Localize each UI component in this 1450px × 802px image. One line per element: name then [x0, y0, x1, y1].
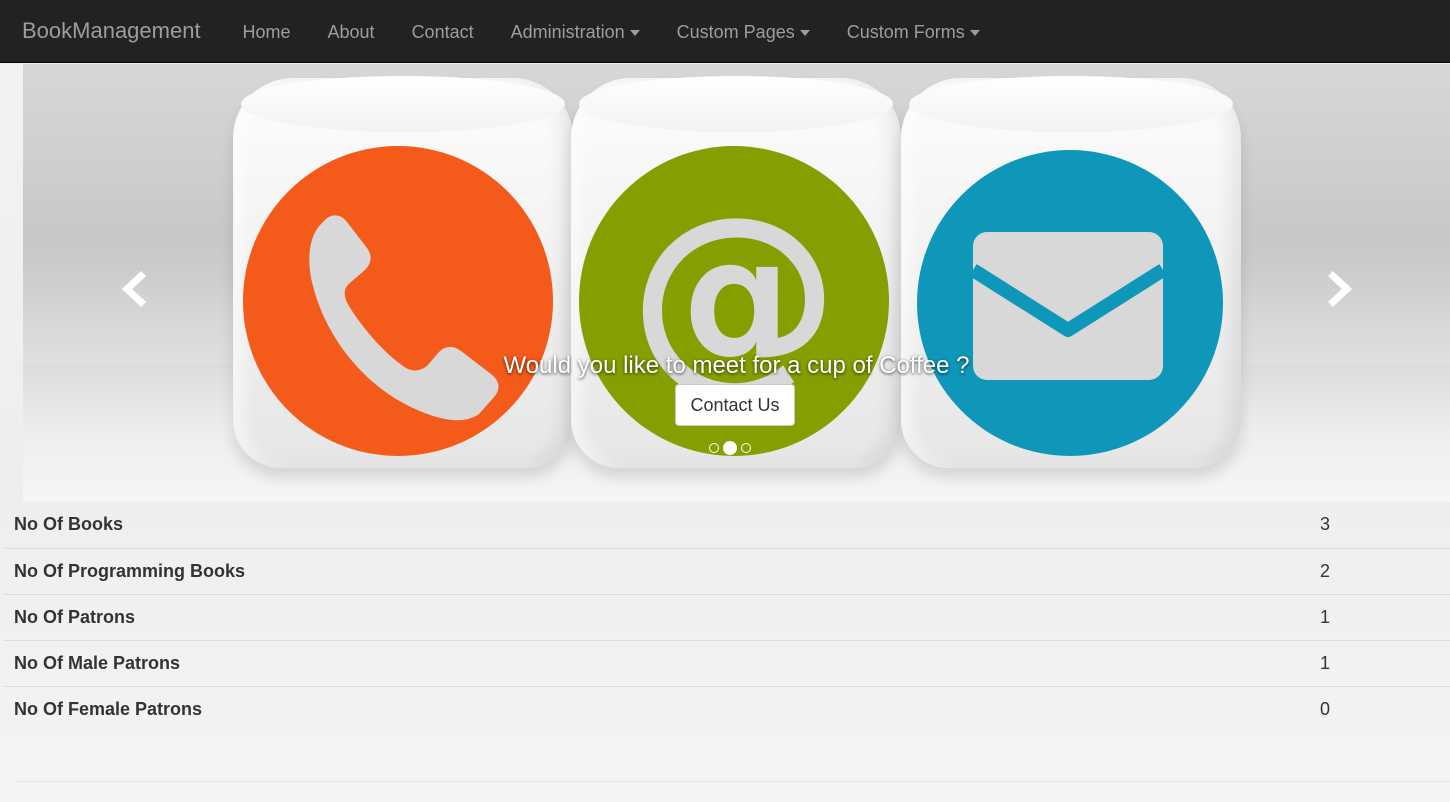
carousel-prev-button[interactable] [115, 264, 155, 314]
nav-custom-forms-dropdown[interactable]: Custom Forms [828, 0, 998, 63]
stat-label: No Of Books [14, 514, 124, 535]
stat-label: No Of Patrons [4, 593, 1310, 640]
statistics-table: No Of Books 3 No Of Programming Books 2 … [4, 502, 1450, 732]
stat-value: 1 [1310, 593, 1450, 640]
stat-label: No Of Female Patrons [4, 685, 1310, 732]
table-row: No Of Patrons 1 [4, 593, 1450, 640]
caret-down-icon [969, 29, 980, 36]
phone-icon [243, 146, 553, 456]
stat-value: 3 [1320, 514, 1331, 535]
caret-down-icon [629, 29, 640, 36]
hero-carousel: @ Would you like to meet for a cup of Co… [23, 64, 1450, 502]
nav-custom-pages-dropdown[interactable]: Custom Pages [658, 0, 828, 63]
main-nav: Home About Contact Administration Custom… [224, 0, 998, 63]
table-row: No Of Programming Books 2 [4, 547, 1450, 594]
nav-administration-label: Administration [510, 21, 625, 42]
chevron-right-icon [1328, 271, 1353, 307]
nav-about-label: About [327, 21, 375, 42]
chevron-left-icon [121, 271, 146, 307]
nav-contact-label: Contact [411, 21, 474, 42]
die-top [241, 76, 565, 132]
nav-custom-pages-label: Custom Pages [676, 21, 795, 42]
die-top [909, 76, 1233, 132]
carousel-indicator-1[interactable] [709, 443, 719, 453]
navbar: BookManagement Home About Contact Admini… [0, 0, 1450, 63]
carousel-caption: Would you like to meet for a cup of Coff… [503, 352, 970, 379]
phone-circle [243, 146, 553, 456]
nav-about[interactable]: About [309, 0, 393, 63]
stat-label: No Of Male Patrons [4, 639, 1310, 686]
table-row: No Of Female Patrons 0 [4, 685, 1450, 732]
table-row: No Of Books 3 [4, 502, 1450, 548]
caret-down-icon [799, 29, 810, 36]
carousel-indicators [709, 441, 751, 455]
phone-die-image [233, 76, 573, 468]
nav-administration-dropdown[interactable]: Administration [492, 0, 658, 63]
contact-us-button[interactable]: Contact Us [675, 384, 795, 426]
stat-value: 0 [1310, 685, 1450, 732]
nav-home-label: Home [242, 21, 291, 42]
stat-label: No Of Programming Books [4, 547, 1310, 594]
table-row: No Of Male Patrons 1 [4, 639, 1450, 686]
carousel-next-button[interactable] [1319, 264, 1359, 314]
envelope-icon [917, 150, 1223, 456]
nav-home[interactable]: Home [224, 0, 309, 63]
die-top [579, 76, 893, 132]
divider [14, 781, 1450, 782]
nav-custom-forms-label: Custom Forms [846, 21, 965, 42]
envelope-die-image [901, 76, 1241, 468]
stat-value: 1 [1310, 639, 1450, 686]
stat-value: 2 [1310, 547, 1450, 594]
envelope-circle [917, 150, 1223, 456]
carousel-indicator-3[interactable] [741, 443, 751, 453]
brand-link[interactable]: BookManagement [22, 0, 201, 63]
nav-contact[interactable]: Contact [393, 0, 492, 63]
carousel-indicator-2[interactable] [723, 441, 737, 455]
